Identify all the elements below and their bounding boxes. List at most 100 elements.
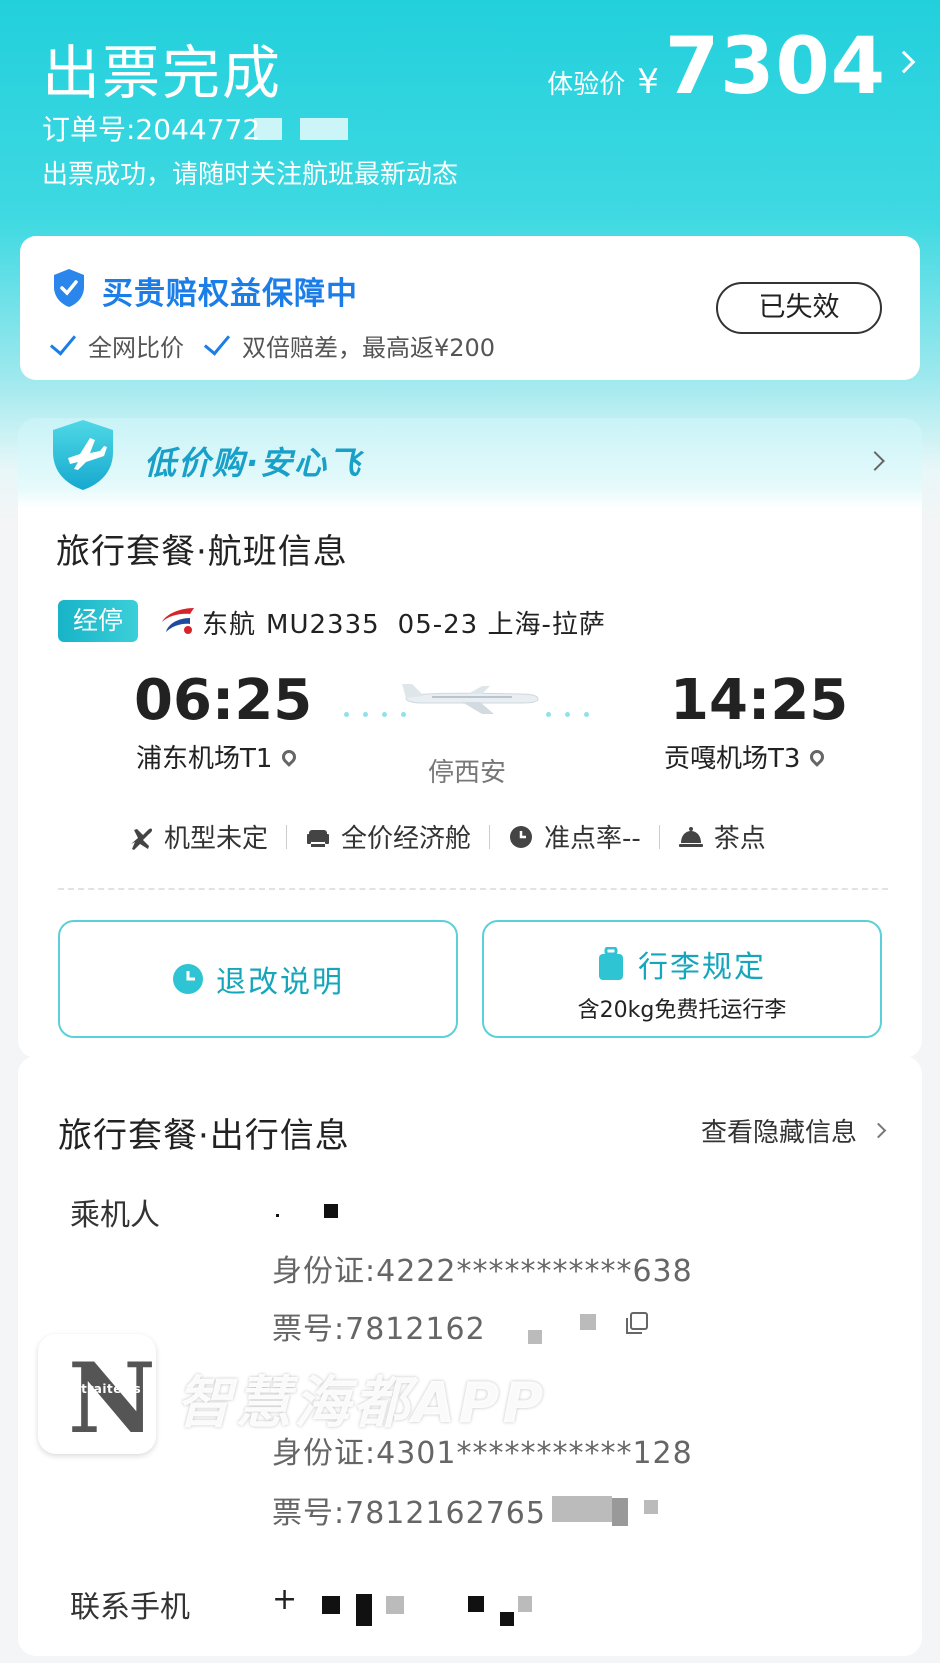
attr-label: 准点率-- bbox=[544, 824, 641, 854]
baggage-rules-button[interactable]: 行李规定 含20kg免费托运行李 bbox=[482, 920, 882, 1038]
flight-date-route: 05-23 上海-拉萨 bbox=[397, 610, 606, 640]
price-amount: 7304 bbox=[664, 22, 886, 112]
attr-ontime: 准点率-- bbox=[508, 818, 641, 855]
ticket-number: 票号:7812162765 bbox=[272, 1488, 546, 1532]
privacy-mask bbox=[468, 1596, 484, 1612]
departure-time: 06:25 bbox=[134, 668, 313, 733]
flight-section-title: 旅行套餐·航班信息 bbox=[56, 532, 348, 572]
chevron-right-icon[interactable] bbox=[865, 451, 885, 471]
dots-right bbox=[546, 712, 589, 717]
flight-attributes: 机型未定 全价经济舱 准点率-- 茶点 bbox=[128, 818, 766, 855]
passenger-label: 乘机人 bbox=[70, 1198, 160, 1233]
watermark-text: 智慧海都APP bbox=[176, 1371, 547, 1436]
ticket-value: 7812162765 bbox=[345, 1496, 546, 1531]
watermark-logo-letter: N bbox=[68, 1342, 156, 1455]
privacy-mask bbox=[254, 118, 282, 140]
airline-name: 东航 bbox=[202, 610, 257, 640]
guarantee-feature: 全网比价 bbox=[49, 327, 184, 363]
divider bbox=[286, 824, 288, 849]
contact-value: + bbox=[272, 1582, 299, 1617]
luggage-icon bbox=[599, 947, 623, 980]
shield-plane-icon bbox=[53, 420, 113, 490]
feature-label: 双倍赔差，最高返¥200 bbox=[242, 334, 496, 362]
privacy-mask bbox=[322, 1596, 340, 1614]
button-label: 行李规定 bbox=[638, 950, 766, 985]
order-number: 订单号:2044772 bbox=[42, 113, 261, 146]
attr-label: 全价经济舱 bbox=[341, 824, 472, 854]
status-subtitle: 出票成功，请随时关注航班最新动态 bbox=[42, 160, 459, 190]
stopover-city: 停西安 bbox=[428, 758, 507, 788]
currency-symbol: ¥ bbox=[637, 62, 659, 102]
price-label: 体验价 bbox=[547, 70, 626, 100]
banner-title[interactable]: 低价购·安心飞 bbox=[144, 438, 362, 484]
privacy-mask bbox=[528, 1330, 542, 1344]
privacy-mask bbox=[500, 1612, 514, 1626]
departure-airport[interactable]: 浦东机场T1 bbox=[136, 738, 300, 775]
chevron-right-icon[interactable] bbox=[892, 50, 916, 74]
meal-icon bbox=[678, 826, 703, 847]
copy-icon[interactable] bbox=[626, 1312, 648, 1334]
feature-label: 全网比价 bbox=[88, 334, 184, 362]
link-label: 查看隐藏信息 bbox=[700, 1118, 857, 1148]
arrival-airport[interactable]: 贡嘎机场T3 bbox=[664, 738, 828, 775]
id-label: 身份证: bbox=[272, 1254, 377, 1289]
privacy-mask bbox=[612, 1498, 628, 1526]
privacy-mask bbox=[276, 1214, 279, 1217]
divider bbox=[58, 888, 888, 890]
stopover-badge: 经停 bbox=[58, 600, 138, 642]
watermark-logo: N Straitews bbox=[38, 1334, 156, 1455]
location-pin-icon bbox=[279, 746, 300, 767]
seat-icon bbox=[307, 829, 330, 847]
shield-check-icon bbox=[54, 269, 84, 307]
contact-label: 联系手机 bbox=[70, 1590, 190, 1625]
divider bbox=[658, 824, 660, 849]
privacy-mask bbox=[300, 118, 348, 140]
flight-info-line: 东航 MU2335 05-23 上海-拉萨 bbox=[202, 604, 624, 641]
ticket-number: 票号:7812162 bbox=[272, 1304, 486, 1348]
airport-name: 贡嘎机场T3 bbox=[664, 744, 801, 774]
passenger-id: 身份证:4222***********638 bbox=[272, 1246, 693, 1290]
attr-cabin: 全价经济舱 bbox=[305, 818, 471, 855]
privacy-mask bbox=[518, 1596, 532, 1612]
check-icon bbox=[49, 327, 77, 356]
privacy-mask bbox=[324, 1204, 338, 1218]
divider bbox=[489, 824, 491, 849]
id-value: 4222***********638 bbox=[376, 1254, 693, 1289]
privacy-mask bbox=[580, 1314, 596, 1330]
ticket-label: 票号: bbox=[272, 1496, 346, 1531]
plane-icon bbox=[131, 828, 152, 850]
arrival-time: 14:25 bbox=[670, 668, 849, 733]
clock-icon bbox=[173, 964, 203, 994]
location-pin-icon bbox=[807, 746, 828, 767]
check-icon bbox=[203, 327, 231, 356]
attr-aircraft: 机型未定 bbox=[128, 818, 268, 855]
id-label: 身份证: bbox=[272, 1436, 377, 1471]
airline-logo-icon bbox=[162, 608, 194, 634]
chevron-right-icon bbox=[870, 1122, 887, 1139]
airport-name: 浦东机场T1 bbox=[136, 744, 273, 774]
view-hidden-info-link[interactable]: 查看隐藏信息 bbox=[700, 1112, 887, 1149]
ticket-label: 票号: bbox=[272, 1312, 346, 1347]
guarantee-feature: 双倍赔差，最高返¥200 bbox=[203, 327, 496, 363]
privacy-mask bbox=[386, 1596, 404, 1614]
guarantee-card: 买贵赔权益保障中 全网比价 双倍赔差，最高返¥200 已失效 bbox=[20, 236, 920, 380]
flight-number: MU2335 bbox=[266, 610, 380, 640]
privacy-mask bbox=[644, 1500, 658, 1514]
attr-meal: 茶点 bbox=[678, 818, 766, 855]
privacy-mask bbox=[356, 1594, 372, 1626]
ticket-value: 7812162 bbox=[345, 1312, 486, 1347]
dots-left bbox=[344, 712, 406, 717]
trip-section-title: 旅行套餐·出行信息 bbox=[58, 1116, 350, 1156]
page-title: 出票完成 bbox=[42, 39, 283, 107]
attr-label: 茶点 bbox=[713, 824, 766, 854]
expired-status-button[interactable]: 已失效 bbox=[716, 282, 882, 334]
clock-icon bbox=[510, 825, 533, 848]
guarantee-title: 买贵赔权益保障中 bbox=[102, 276, 358, 312]
watermark-logo-small: Straitews bbox=[72, 1382, 142, 1396]
privacy-mask bbox=[552, 1496, 612, 1522]
attr-label: 机型未定 bbox=[164, 824, 269, 854]
price-display[interactable]: 体验价 ¥ 7304 bbox=[547, 22, 886, 112]
refund-rules-button[interactable]: 退改说明 bbox=[58, 920, 458, 1038]
baggage-allowance: 含20kg免费托运行李 bbox=[577, 998, 787, 1023]
button-label: 退改说明 bbox=[216, 965, 344, 1000]
